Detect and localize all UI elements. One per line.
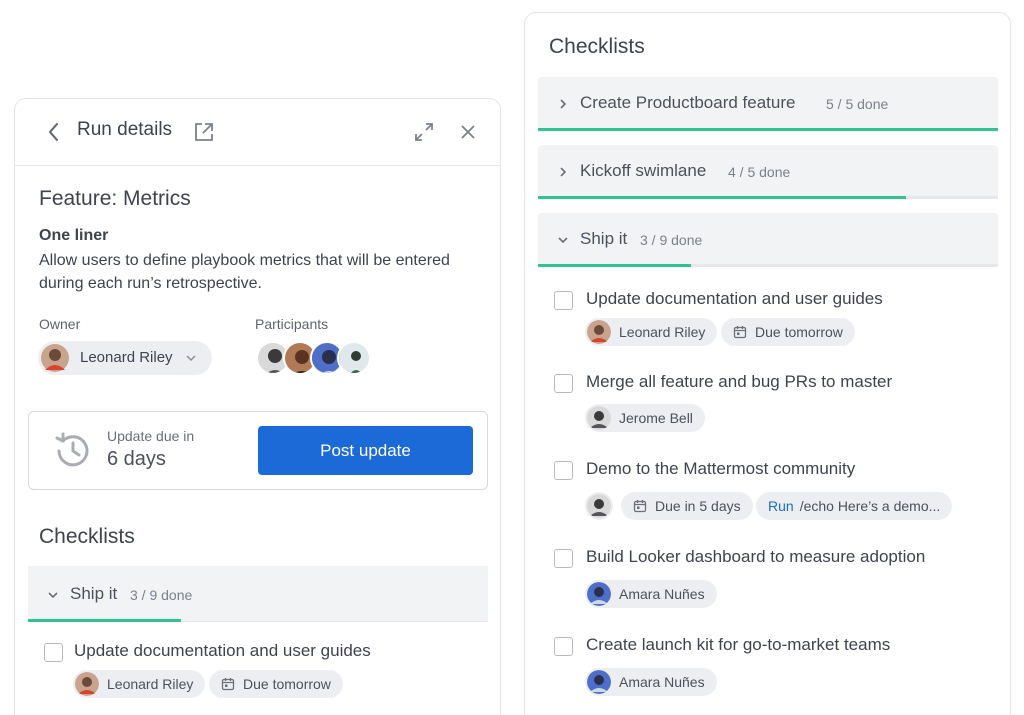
chevron-right-icon bbox=[560, 167, 567, 177]
section-progress: 5 / 5 done bbox=[826, 96, 889, 112]
run-label: Run bbox=[768, 498, 794, 514]
checklist-item: Demo to the Mattermost community Due in … bbox=[538, 455, 998, 541]
section-name: Ship it bbox=[580, 229, 628, 248]
avatar bbox=[587, 406, 611, 430]
checkbox[interactable] bbox=[554, 374, 573, 393]
checklist-item: Update documentation and user guides Leo… bbox=[28, 623, 488, 703]
item-text: Demo to the Mattermost community bbox=[586, 459, 856, 478]
one-liner-text: Allow users to define playbook metrics t… bbox=[39, 252, 450, 292]
item-text: Merge all feature and bug PRs to master bbox=[586, 372, 893, 391]
back-arrow-icon[interactable] bbox=[43, 119, 65, 145]
due-date-chip[interactable]: Due in 5 days bbox=[621, 492, 753, 520]
checklist-item: Create launch kit for go-to-market teams… bbox=[538, 631, 998, 715]
assignee-chip[interactable]: Amara Nuñes bbox=[585, 668, 717, 696]
checkbox[interactable] bbox=[554, 461, 573, 480]
update-due-value: 6 days bbox=[107, 448, 166, 470]
assignee-chip[interactable]: Leonard Riley bbox=[73, 670, 206, 698]
assignee-avatar-chip[interactable] bbox=[585, 492, 613, 520]
checklists-title: Checklists bbox=[39, 525, 135, 548]
item-text: Create launch kit for go-to-market teams bbox=[586, 635, 891, 654]
assignee-chip[interactable]: Amara Nuñes bbox=[585, 580, 717, 608]
avatar bbox=[41, 344, 69, 372]
section-progress: 3 / 9 done bbox=[640, 232, 703, 248]
avatar bbox=[587, 494, 611, 518]
section-progress: 4 / 5 done bbox=[728, 164, 791, 180]
due-date-text: Due in 5 days bbox=[655, 498, 741, 514]
checklist-section-create-productboard-feature[interactable]: Create Productboard feature 5 / 5 done bbox=[538, 77, 998, 131]
update-due-label: Update due in bbox=[107, 428, 195, 444]
participants-avatars[interactable] bbox=[256, 341, 386, 377]
progress-bar bbox=[538, 128, 998, 131]
assignee-chip[interactable]: Jerome Bell bbox=[585, 404, 705, 432]
owner-label: Owner bbox=[39, 316, 81, 332]
checklist-section-ship-it[interactable]: Ship it 3 / 9 done bbox=[28, 566, 488, 622]
due-date-chip[interactable]: Due tomorrow bbox=[721, 318, 855, 346]
run-details-panel: Run details Feature: Metrics One liner A… bbox=[14, 98, 501, 715]
avatar bbox=[75, 672, 99, 696]
expand-icon[interactable] bbox=[413, 121, 435, 143]
section-progress: 3 / 9 done bbox=[130, 587, 193, 603]
checkbox[interactable] bbox=[554, 549, 573, 568]
chevron-down-icon bbox=[186, 355, 196, 362]
section-name: Create Productboard feature bbox=[580, 93, 796, 112]
checklists-panel: Checklists Create Productboard feature 5… bbox=[524, 12, 1011, 715]
post-update-button[interactable]: Post update bbox=[258, 426, 473, 475]
avatar bbox=[337, 341, 371, 375]
checklist-section-ship-it[interactable]: Ship it 3 / 9 done bbox=[538, 213, 998, 267]
checklist-item: Update documentation and user guides Leo… bbox=[538, 279, 998, 365]
checkbox[interactable] bbox=[44, 643, 63, 662]
checklist-item: Build Looker dashboard to measure adopti… bbox=[538, 543, 998, 629]
section-name: Ship it bbox=[70, 584, 118, 603]
assignee-name: Leonard Riley bbox=[107, 676, 194, 692]
chevron-down-icon bbox=[48, 592, 58, 599]
due-date-text: Due tomorrow bbox=[755, 324, 843, 340]
assignee-name: Leonard Riley bbox=[619, 324, 706, 340]
avatar bbox=[587, 320, 611, 344]
close-icon[interactable] bbox=[457, 121, 479, 143]
section-name: Kickoff swimlane bbox=[580, 161, 707, 180]
due-date-chip[interactable]: Due tomorrow bbox=[209, 670, 343, 698]
calendar-icon bbox=[221, 678, 235, 691]
item-text: Update documentation and user guides bbox=[586, 289, 883, 308]
checklists-title: Checklists bbox=[549, 35, 645, 58]
run-details-header: Run details bbox=[15, 99, 500, 166]
update-due-box: Update due in 6 days Post update bbox=[28, 411, 488, 490]
checklist-section-kickoff-swimlane[interactable]: Kickoff swimlane 4 / 5 done bbox=[538, 145, 998, 199]
clock-icon bbox=[55, 432, 89, 467]
item-text: Build Looker dashboard to measure adopti… bbox=[586, 547, 926, 566]
run-details-title: Run details bbox=[77, 119, 173, 140]
assignee-chip[interactable]: Leonard Riley bbox=[585, 318, 718, 346]
progress-bar bbox=[28, 619, 181, 622]
progress-bar bbox=[538, 196, 906, 199]
assignee-name: Jerome Bell bbox=[619, 410, 693, 426]
checklist-item: Merge all feature and bug PRs to master … bbox=[538, 367, 998, 453]
command-text: /echo Here’s a demo... bbox=[799, 498, 941, 514]
open-external-icon[interactable] bbox=[193, 121, 215, 143]
feature-title: Feature: Metrics bbox=[39, 187, 191, 210]
item-text: Update documentation and user guides bbox=[74, 641, 371, 660]
one-liner-label: One liner bbox=[39, 227, 109, 244]
checkbox[interactable] bbox=[554, 291, 573, 310]
calendar-icon bbox=[733, 326, 747, 339]
progress-bar bbox=[538, 264, 691, 267]
calendar-icon bbox=[633, 500, 647, 513]
avatar bbox=[587, 582, 611, 606]
run-command-chip[interactable]: Run /echo Here’s a demo... bbox=[756, 492, 953, 520]
assignee-name: Amara Nuñes bbox=[619, 586, 705, 602]
owner-selector[interactable]: Leonard Riley bbox=[38, 341, 212, 375]
owner-name: Leonard Riley bbox=[80, 349, 173, 366]
due-date-text: Due tomorrow bbox=[243, 676, 331, 692]
participants-label: Participants bbox=[255, 316, 329, 332]
checkbox[interactable] bbox=[554, 637, 573, 656]
assignee-name: Amara Nuñes bbox=[619, 674, 705, 690]
avatar bbox=[587, 670, 611, 694]
chevron-right-icon bbox=[560, 99, 567, 109]
chevron-down-icon bbox=[558, 237, 568, 244]
